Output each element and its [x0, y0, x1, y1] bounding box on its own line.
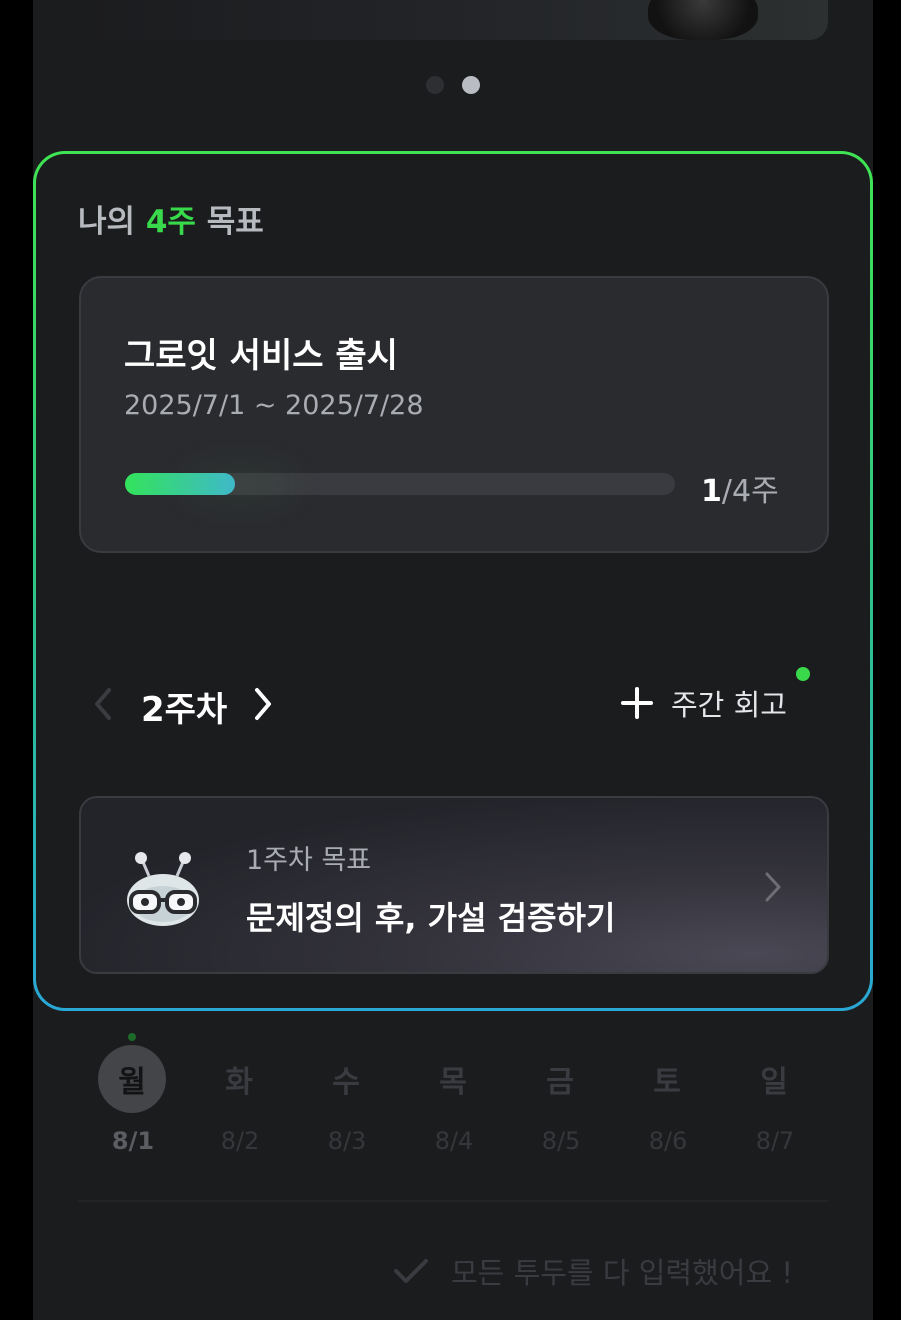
day-label: 금 [546, 1065, 574, 1100]
day-date: 8/2 [220, 1127, 260, 1155]
new-badge-dot [796, 667, 810, 681]
week-label: 2주차 [141, 690, 228, 730]
day-label: 화 [225, 1065, 253, 1100]
progress-bar [125, 473, 675, 495]
week-goal-title: 문제정의 후, 가설 검증하기 [246, 899, 616, 937]
day-date: 8/4 [434, 1127, 474, 1155]
weekly-retro-button[interactable]: 주간 회고 [621, 682, 787, 724]
chevron-left-icon[interactable] [91, 686, 121, 722]
day-sun[interactable]: 일 8/7 [740, 1045, 810, 1155]
day-label: 수 [332, 1065, 360, 1100]
day-tue[interactable]: 화 8/2 [205, 1045, 275, 1155]
goal-heading: 나의 4주 목표 [78, 204, 264, 240]
day-fri[interactable]: 금 8/5 [526, 1045, 596, 1155]
day-thu[interactable]: 목 8/4 [419, 1045, 489, 1155]
app-screen: 나의 4주 목표 그로잇 서비스 출시 2025/7/1 ~ 2025/7/28… [33, 0, 873, 1320]
goal-section: 나의 4주 목표 그로잇 서비스 출시 2025/7/1 ~ 2025/7/28… [33, 151, 873, 1011]
day-mon[interactable]: 월 8/1 [98, 1033, 168, 1155]
chevron-right-icon [765, 872, 781, 902]
progress-text: 1/4주 [701, 474, 779, 509]
chevron-right-icon[interactable] [251, 684, 281, 724]
top-banner[interactable] [78, 0, 828, 40]
retro-label: 주간 회고 [671, 688, 787, 722]
day-label: 토 [653, 1065, 681, 1100]
robot-mascot-icon [127, 852, 199, 926]
week-goal-label: 1주차 목표 [246, 845, 372, 876]
plan-dates: 2025/7/1 ~ 2025/7/28 [124, 390, 424, 421]
banner-illustration [648, 0, 758, 40]
progress-fill [125, 473, 235, 495]
week-navigation: 2주차 주간 회고 [91, 674, 791, 734]
day-label: 목 [439, 1065, 467, 1100]
carousel-dot-active[interactable] [462, 76, 480, 94]
carousel-dots [426, 76, 480, 94]
week-goal-card[interactable]: 1주차 목표 문제정의 후, 가설 검증하기 [79, 796, 829, 974]
plus-icon [621, 687, 653, 719]
day-date: 8/1 [111, 1127, 155, 1155]
day-wed[interactable]: 수 8/3 [312, 1045, 382, 1155]
day-sat[interactable]: 토 8/6 [633, 1045, 703, 1155]
plan-card[interactable]: 그로잇 서비스 출시 2025/7/1 ~ 2025/7/28 1/4주 [79, 276, 829, 553]
day-date: 8/7 [755, 1127, 795, 1155]
carousel-dot[interactable] [426, 76, 444, 94]
todo-indicator-dot [128, 1033, 136, 1041]
day-date: 8/5 [541, 1127, 581, 1155]
day-label: 일 [760, 1065, 788, 1100]
day-date: 8/6 [648, 1127, 688, 1155]
all-done-status: 모든 투두를 다 입력했어요 ! [393, 1250, 793, 1292]
divider [78, 1200, 828, 1202]
plan-title: 그로잇 서비스 출시 [124, 336, 398, 376]
all-done-text: 모든 투두를 다 입력했어요 ! [451, 1256, 793, 1290]
day-label: 월 [98, 1045, 166, 1113]
checkmark-icon [394, 1259, 428, 1283]
day-date: 8/3 [327, 1127, 367, 1155]
